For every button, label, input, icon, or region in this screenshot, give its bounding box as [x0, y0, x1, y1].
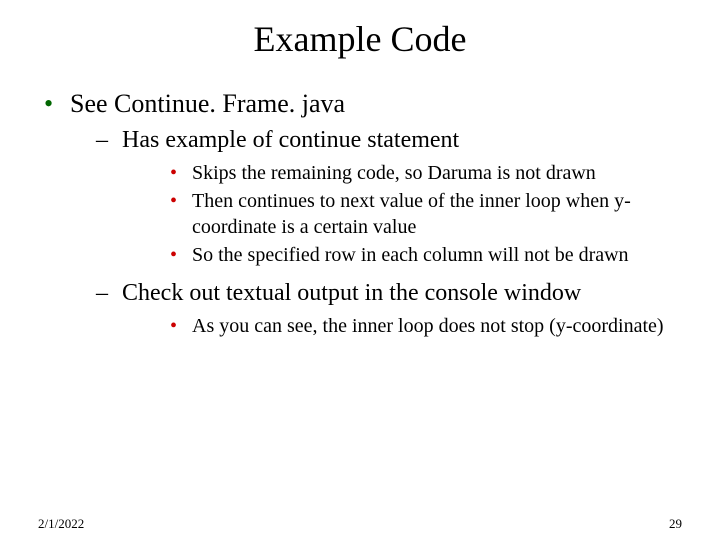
footer-date: 2/1/2022 [38, 516, 84, 532]
bullet-l1-item: See Continue. Frame. java Has example of… [38, 88, 682, 339]
slide-title: Example Code [0, 18, 720, 60]
footer-page-number: 29 [669, 516, 682, 532]
bullet-text: Then continues to next value of the inne… [192, 190, 631, 238]
bullet-l3-item: Then continues to next value of the inne… [122, 188, 682, 240]
bullet-l2-item: Check out textual output in the console … [70, 278, 682, 339]
bullet-text: So the specified row in each column will… [192, 244, 629, 266]
bullet-l2-item: Has example of continue statement Skips … [70, 125, 682, 268]
bullet-text: As you can see, the inner loop does not … [192, 315, 664, 337]
bullet-list-level1: See Continue. Frame. java Has example of… [38, 88, 682, 339]
bullet-l3-item: Skips the remaining code, so Daruma is n… [122, 160, 682, 186]
bullet-list-level3: As you can see, the inner loop does not … [122, 313, 682, 339]
bullet-l3-item: So the specified row in each column will… [122, 242, 682, 268]
bullet-list-level3: Skips the remaining code, so Daruma is n… [122, 160, 682, 268]
bullet-text: Has example of continue statement [122, 127, 459, 153]
bullet-l3-item: As you can see, the inner loop does not … [122, 313, 682, 339]
bullet-list-level2: Has example of continue statement Skips … [70, 125, 682, 339]
bullet-text: Check out textual output in the console … [122, 280, 581, 306]
bullet-text: Skips the remaining code, so Daruma is n… [192, 162, 596, 184]
slide-content: See Continue. Frame. java Has example of… [0, 88, 720, 339]
bullet-text: See Continue. Frame. java [70, 89, 345, 118]
slide: Example Code See Continue. Frame. java H… [0, 18, 720, 540]
